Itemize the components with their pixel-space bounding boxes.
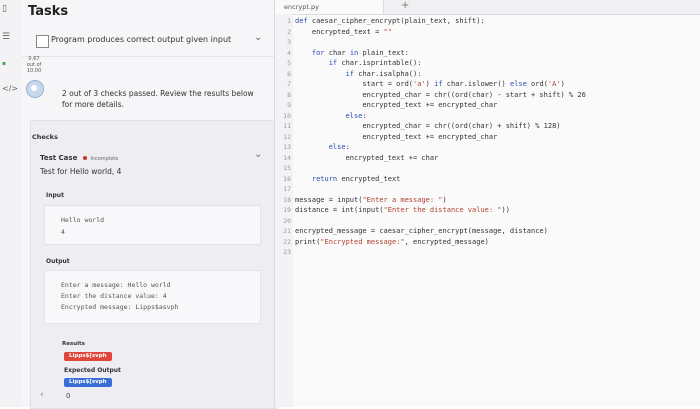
test-case-heading[interactable]: Test Case Incomplete xyxy=(40,154,118,162)
code-line[interactable]: start = ord('a') if char.islower() else … xyxy=(295,80,564,88)
output-line: Encrypted message: Lipps$asvph xyxy=(61,303,179,311)
code-line[interactable]: encrypted_text += encrypted_char xyxy=(295,133,497,141)
line-number: 9 xyxy=(287,101,291,109)
test-case-label: Test Case xyxy=(40,154,78,162)
code-line[interactable]: if char.isalpha(): xyxy=(295,70,422,78)
output-line: Enter the distance value: 4 xyxy=(61,292,167,300)
score-display: 0.67 out of 10.00 xyxy=(25,56,43,74)
code-line[interactable]: def caesar_cipher_encrypt(plain_text, sh… xyxy=(295,17,485,25)
chevron-down-icon[interactable]: ⌄ xyxy=(254,149,262,160)
input-line: 4 xyxy=(61,228,65,236)
output-box: Enter a message: Hello world Enter the d… xyxy=(44,270,261,324)
code-line[interactable]: encrypted_text = "" xyxy=(295,28,392,36)
line-number: 20 xyxy=(283,216,291,225)
tasks-panel: Tasks Program produces correct output gi… xyxy=(22,0,277,409)
line-number: 16 xyxy=(283,174,291,183)
test-case-name: Test for Hello world, 4 xyxy=(40,167,122,176)
line-number: 17 xyxy=(283,185,291,193)
task-checkbox[interactable] xyxy=(36,35,49,48)
checks-heading: Checks xyxy=(32,133,58,141)
line-number: 13 xyxy=(283,143,291,151)
add-tab-icon[interactable]: + xyxy=(401,0,409,11)
result-badge: Lipps$[svph xyxy=(64,352,112,361)
input-box: Hello world 4 xyxy=(44,205,261,245)
code-line[interactable]: print("Encrypted message:", encrypted_me… xyxy=(295,238,489,246)
line-number: 10 xyxy=(283,111,291,120)
expected-output-badge: Lipps$[svph xyxy=(64,378,112,387)
line-number: 21 xyxy=(283,227,291,235)
code-line[interactable]: return encrypted_text xyxy=(295,175,401,183)
code-line[interactable]: encrypted_text += char xyxy=(295,154,439,162)
chevron-down-icon[interactable]: ⌄ xyxy=(254,32,262,43)
outline-icon[interactable]: ☰ xyxy=(2,32,10,42)
bottom-value: 0 xyxy=(66,392,71,400)
score-max: 10.00 xyxy=(26,68,42,74)
panel-title: Tasks xyxy=(28,4,69,19)
status-message: 2 out of 3 checks passed. Review the res… xyxy=(62,89,254,109)
line-number: 5 xyxy=(287,59,291,67)
input-heading: Input xyxy=(46,192,64,199)
score-mini-icon: ▪ xyxy=(2,60,7,67)
line-number: 3 xyxy=(287,38,291,46)
output-line: Enter a message: Hello world xyxy=(61,281,171,289)
code-line[interactable]: encrypted_char = chr((ord(char) - start … xyxy=(295,91,585,99)
tab-encrypt-py[interactable]: encrypt.py xyxy=(275,0,384,14)
line-number: 22 xyxy=(283,237,291,246)
line-number: 11 xyxy=(283,122,291,130)
input-line: Hello world xyxy=(61,216,105,224)
line-number: 12 xyxy=(283,132,291,141)
line-number: 18 xyxy=(283,195,291,204)
task-row[interactable]: Program produces correct output given in… xyxy=(22,28,274,57)
collapse-icon[interactable]: ▯ xyxy=(2,4,7,14)
activity-rail: ▯ ☰ ▪ </> xyxy=(0,0,23,407)
back-arrow-icon[interactable]: ‹ xyxy=(40,390,44,400)
code-line[interactable]: for char in plain_text: xyxy=(295,49,409,57)
code-line[interactable]: encrypted_message = caesar_cipher_encryp… xyxy=(295,227,548,235)
code-line[interactable]: else: xyxy=(295,112,367,120)
output-heading: Output xyxy=(46,258,70,265)
results-heading: Results xyxy=(62,341,85,347)
line-number: 19 xyxy=(283,206,291,214)
checks-status-icon xyxy=(26,80,44,98)
code-icon[interactable]: </> xyxy=(2,84,18,93)
code-editor[interactable]: encrypt.py + 1 def caesar_cipher_encrypt(… xyxy=(275,0,700,407)
code-line[interactable]: message = input("Enter a message: ") xyxy=(295,196,447,204)
line-number: 7 xyxy=(287,80,291,88)
expected-output-heading: Expected Output xyxy=(64,367,121,374)
status-dot-icon xyxy=(83,155,88,160)
line-number: 1 xyxy=(287,17,291,25)
line-number: 6 xyxy=(287,69,291,78)
code-line[interactable]: distance = int(input("Enter the distance… xyxy=(295,206,510,214)
task-label: Program produces correct output given in… xyxy=(51,35,232,44)
code-line[interactable]: encrypted_char = chr((ord(char) + shift)… xyxy=(295,122,560,130)
line-number: 15 xyxy=(283,164,291,172)
line-number: 8 xyxy=(287,90,291,99)
code-line[interactable]: else: xyxy=(295,143,350,151)
tab-bar: encrypt.py + xyxy=(275,0,700,15)
code-line[interactable]: if char.isprintable(): xyxy=(295,59,422,67)
line-number: 2 xyxy=(287,27,291,36)
line-number: 4 xyxy=(287,48,291,57)
line-number: 23 xyxy=(283,248,291,256)
test-case-status: Incomplete xyxy=(90,156,119,162)
line-number: 14 xyxy=(283,153,291,162)
tab-label: encrypt.py xyxy=(284,3,319,11)
code-line[interactable]: encrypted_text += encrypted_char xyxy=(295,101,497,109)
